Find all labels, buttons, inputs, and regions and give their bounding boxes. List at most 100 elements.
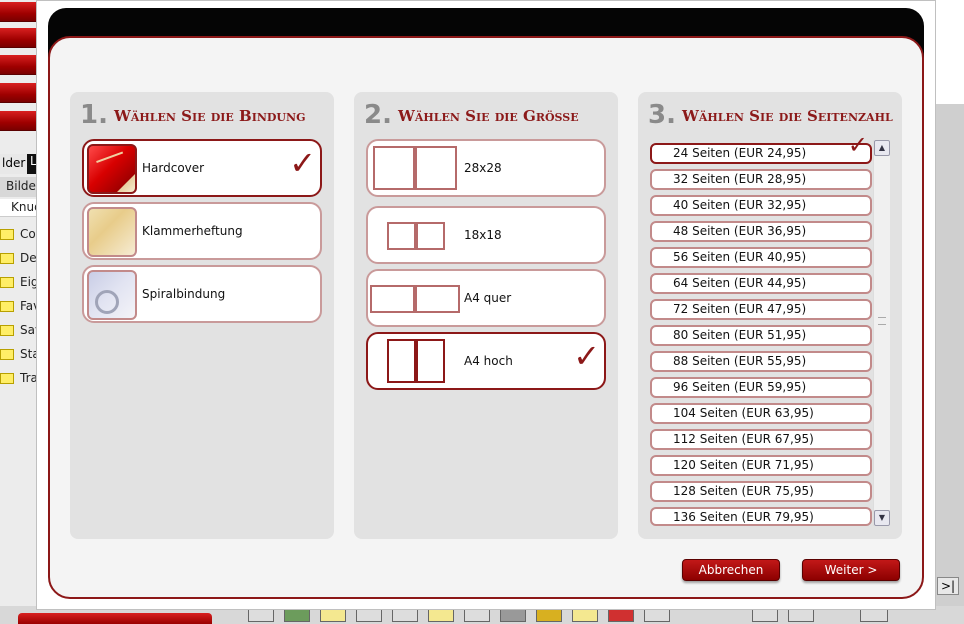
toolbar-icon[interactable]: [860, 608, 888, 622]
page-option-label: 72 Seiten (EUR 47,95): [673, 302, 807, 316]
next-button[interactable]: Weiter >: [802, 559, 900, 581]
folder-item[interactable]: Fav: [0, 298, 40, 318]
folder-item[interactable]: Eig: [0, 274, 40, 294]
background-tab[interactable]: lder: [2, 156, 25, 170]
page-left-icon: [387, 339, 416, 383]
binding-option-klammerheftung[interactable]: Klammerheftung: [82, 202, 322, 260]
toolbar-icon[interactable]: [788, 608, 814, 622]
background-red-tab[interactable]: [18, 613, 212, 624]
folder-icon: [0, 229, 14, 240]
option-label: A4 quer: [464, 291, 512, 305]
folder-icon: [0, 373, 14, 384]
page-right-icon: [415, 285, 460, 313]
page-option[interactable]: 80 Seiten (EUR 51,95): [650, 325, 872, 346]
step-number: 3.: [648, 100, 676, 130]
folder-item[interactable]: De: [0, 250, 40, 270]
page-right-icon: [416, 339, 445, 383]
option-label: Hardcover: [142, 161, 205, 175]
page-option-label: 64 Seiten (EUR 44,95): [673, 276, 807, 290]
page-option[interactable]: 32 Seiten (EUR 28,95): [650, 169, 872, 190]
page-option-label: 32 Seiten (EUR 28,95): [673, 172, 807, 186]
folder-item[interactable]: Sav: [0, 322, 42, 342]
step-number: 2.: [364, 100, 392, 130]
page-option-label: 48 Seiten (EUR 36,95): [673, 224, 807, 238]
page-option[interactable]: 56 Seiten (EUR 40,95): [650, 247, 872, 268]
page-option-label: 96 Seiten (EUR 59,95): [673, 380, 807, 394]
scroll-down-arrow-icon[interactable]: ▼: [874, 510, 890, 526]
option-label: Spiralbindung: [142, 287, 226, 301]
background-breadcrumb: Bilder: [0, 177, 41, 197]
page-option-label: 88 Seiten (EUR 55,95): [673, 354, 807, 368]
page-option-label: 104 Seiten (EUR 63,95): [673, 406, 814, 420]
toolbar-icon[interactable]: [572, 608, 598, 622]
folder-item[interactable]: Coo: [0, 226, 43, 246]
toolbar-icon[interactable]: [320, 608, 346, 622]
checkmark-icon: ✓: [289, 144, 316, 182]
background-input[interactable]: Knud: [0, 199, 42, 217]
step-title-text: Wählen Sie die Bindung: [113, 107, 306, 125]
spiral-thumb-icon: [87, 270, 137, 320]
scroll-up-arrow-icon[interactable]: ▲: [874, 140, 890, 156]
toolbar-icon[interactable]: [428, 608, 454, 622]
scroll-thumb-grip[interactable]: [878, 317, 886, 325]
step-binding: 1. Wählen Sie die Bindung Hardcover ✓ Kla…: [70, 92, 334, 539]
toolbar-icon[interactable]: [500, 608, 526, 622]
folder-icon: [0, 325, 14, 336]
page-left-icon: [387, 222, 416, 250]
step-title-text: Wählen Sie die Seitenzahl: [681, 107, 893, 125]
page-option-label: 56 Seiten (EUR 40,95): [673, 250, 807, 264]
size-option-a4-quer[interactable]: A4 quer: [366, 269, 606, 327]
toolbar-icon[interactable]: [284, 608, 310, 622]
page-option-label: 120 Seiten (EUR 71,95): [673, 458, 814, 472]
option-label: A4 hoch: [464, 354, 513, 368]
folder-icon: [0, 301, 14, 312]
page-option[interactable]: 96 Seiten (EUR 59,95): [650, 377, 872, 398]
background-tabs: lder L: [0, 154, 41, 174]
page-option[interactable]: 128 Seiten (EUR 75,95): [650, 481, 872, 502]
toolbar-icon[interactable]: [536, 608, 562, 622]
toolbar-icon[interactable]: [392, 608, 418, 622]
page-option-label: 24 Seiten (EUR 24,95): [673, 146, 807, 160]
page-option[interactable]: 64 Seiten (EUR 44,95): [650, 273, 872, 294]
page-option[interactable]: 104 Seiten (EUR 63,95): [650, 403, 872, 424]
toolbar-icon[interactable]: [644, 608, 670, 622]
step-number: 1.: [80, 100, 108, 130]
page-option[interactable]: 24 Seiten (EUR 24,95) ✓: [650, 133, 872, 164]
step-size-title: 2. Wählen Sie die Größe: [364, 100, 579, 130]
checkmark-icon: ✓: [573, 337, 600, 375]
binding-option-spiralbindung[interactable]: Spiralbindung: [82, 265, 322, 323]
toolbar-icon[interactable]: [608, 608, 634, 622]
size-option-a4-hoch[interactable]: A4 hoch ✓: [366, 332, 606, 390]
toolbar-icon[interactable]: [752, 608, 778, 622]
size-option-18x18[interactable]: 18x18: [366, 206, 606, 264]
page-list-scrollbar[interactable]: ▲ ▼: [873, 140, 890, 526]
step-pages: 3. Wählen Sie die Seitenzahl 24 Seiten (E…: [638, 92, 902, 539]
page-option[interactable]: 40 Seiten (EUR 32,95): [650, 195, 872, 216]
page-option[interactable]: 88 Seiten (EUR 55,95): [650, 351, 872, 372]
folder-item[interactable]: Sta: [0, 346, 40, 366]
background-skip-end-button[interactable]: >|: [937, 577, 959, 595]
option-label: Klammerheftung: [142, 224, 243, 238]
page-option[interactable]: 136 Seiten (EUR 79,95): [650, 507, 872, 526]
page-left-icon: [373, 146, 415, 190]
folder-item[interactable]: Tra: [0, 370, 40, 390]
toolbar-icon[interactable]: [464, 608, 490, 622]
page-right-icon: [416, 222, 445, 250]
page-option-label: 136 Seiten (EUR 79,95): [673, 510, 814, 524]
folder-icon: [0, 277, 14, 288]
step-binding-title: 1. Wählen Sie die Bindung: [80, 100, 305, 130]
page-option[interactable]: 112 Seiten (EUR 67,95): [650, 429, 872, 450]
toolbar-icon[interactable]: [248, 608, 274, 622]
binding-option-hardcover[interactable]: Hardcover ✓: [82, 139, 322, 197]
page-option-label: 112 Seiten (EUR 67,95): [673, 432, 814, 446]
background-right-grey: [936, 104, 964, 624]
step-pages-title: 3. Wählen Sie die Seitenzahl: [648, 100, 893, 130]
step-size: 2. Wählen Sie die Größe 28x28 18x18 A4 qu…: [354, 92, 618, 539]
page-option[interactable]: 48 Seiten (EUR 36,95): [650, 221, 872, 242]
page-option[interactable]: 72 Seiten (EUR 47,95): [650, 299, 872, 320]
page-option[interactable]: 120 Seiten (EUR 71,95): [650, 455, 872, 476]
step-title-text: Wählen Sie die Größe: [397, 107, 579, 125]
cancel-button[interactable]: Abbrechen: [682, 559, 780, 581]
toolbar-icon[interactable]: [356, 608, 382, 622]
size-option-28x28[interactable]: 28x28: [366, 139, 606, 197]
